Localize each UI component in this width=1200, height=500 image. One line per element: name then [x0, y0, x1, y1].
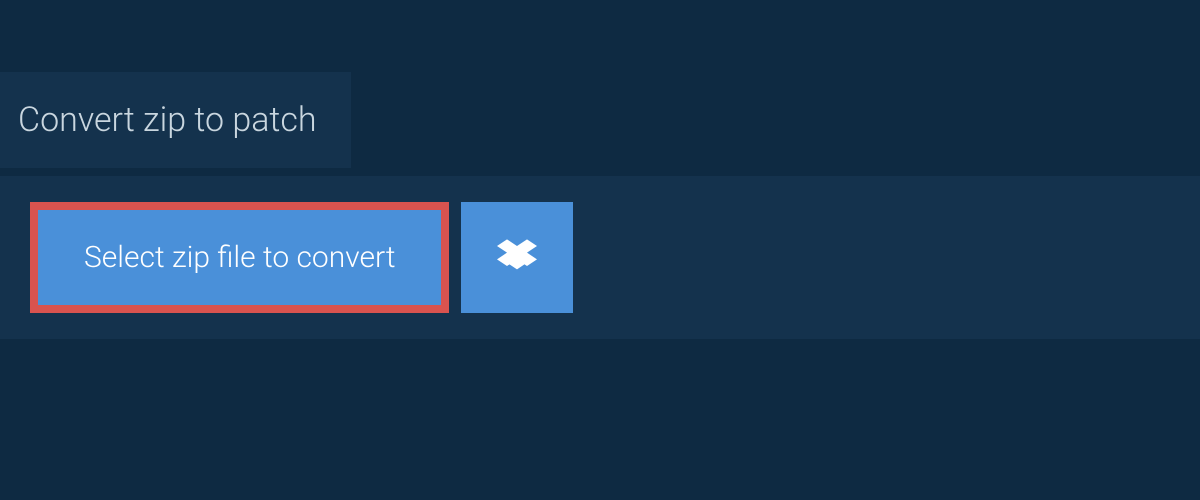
select-file-button[interactable]: Select zip file to convert	[30, 202, 449, 313]
button-row: Select zip file to convert	[30, 202, 1170, 313]
page-title: Convert zip to patch	[0, 72, 351, 168]
dropbox-button[interactable]	[461, 202, 573, 313]
dropbox-icon	[497, 236, 537, 279]
converter-panel: Select zip file to convert	[0, 176, 1200, 339]
